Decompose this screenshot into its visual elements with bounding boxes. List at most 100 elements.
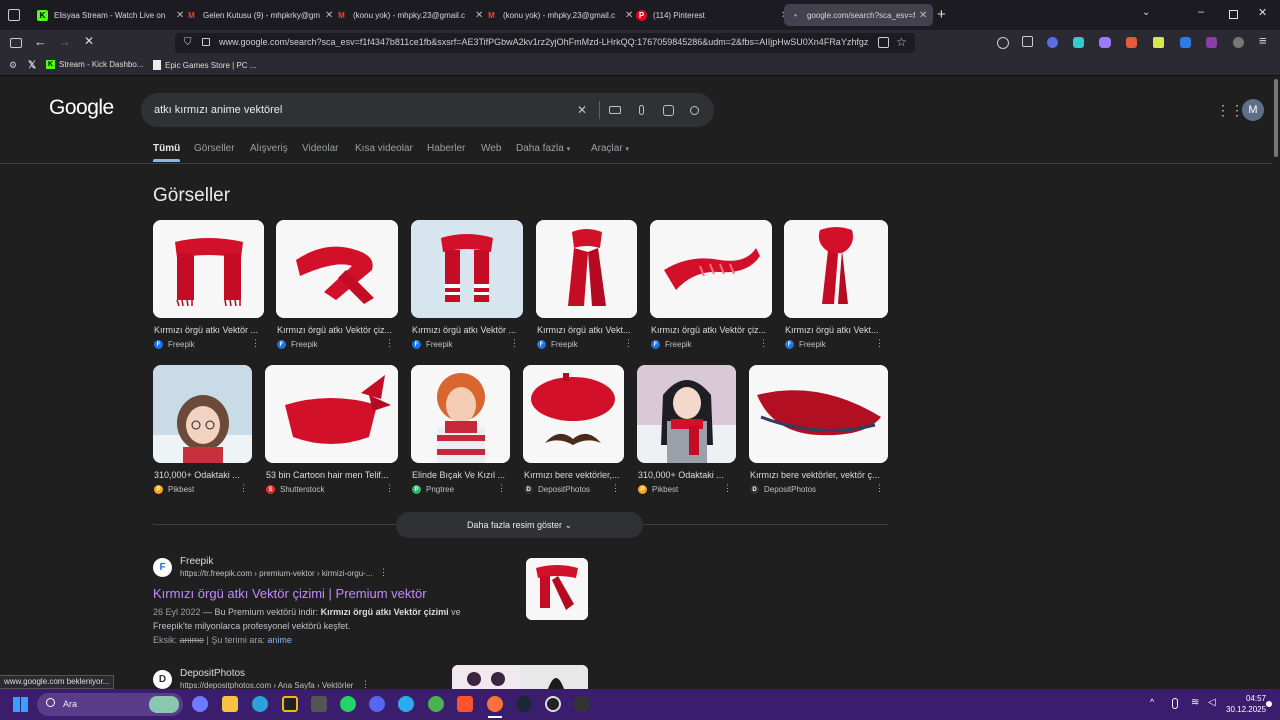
result-site-name[interactable]: Freepik	[180, 556, 213, 567]
volume-icon[interactable]: ◁	[1208, 697, 1216, 708]
image-thumbnail[interactable]	[784, 220, 888, 318]
brave-icon[interactable]	[457, 696, 473, 712]
browser-tab-5[interactable]: P (114) Pinterest ✕	[636, 4, 789, 26]
bookmark-kick[interactable]: K Stream - Kick Dashbo...	[46, 60, 143, 69]
extension-icon[interactable]	[1047, 37, 1058, 48]
more-options-icon[interactable]: ⋮	[385, 338, 394, 349]
bookmark-star-icon[interactable]: ☆	[896, 35, 907, 49]
apps-grid-icon[interactable]: ⋮⋮⋮	[1216, 102, 1258, 118]
result-title-link[interactable]: Kırmızı örgü atkı Vektör çizimi | Premiu…	[153, 586, 427, 601]
shield-icon[interactable]: ⛉	[184, 37, 192, 48]
image-result[interactable]: 53 bin Cartoon hair men Telif... S Shutte…	[265, 365, 398, 495]
result-site-name[interactable]: DepositPhotos	[180, 668, 245, 679]
lock-icon[interactable]	[202, 38, 210, 46]
image-title[interactable]: Kırmızı örgü atkı Vektör ...	[412, 325, 524, 335]
image-result[interactable]: Kırmızı bere vektörler,... D DepositPhoto…	[523, 365, 624, 495]
notification-icon[interactable]	[1266, 701, 1272, 707]
tab-all[interactable]: Tümü	[153, 143, 181, 162]
image-thumbnail[interactable]	[153, 220, 264, 318]
obs-icon[interactable]	[545, 696, 561, 712]
tab-videos[interactable]: Videolar	[302, 143, 339, 154]
account-icon[interactable]	[997, 37, 1009, 49]
binance-icon[interactable]	[282, 696, 298, 712]
tab-short-videos[interactable]: Kısa videolar	[355, 143, 413, 154]
search-box[interactable]: atkı kırmızı anime vektörel ✕	[141, 93, 714, 127]
image-result[interactable]: Kırmızı örgü atkı Vektör çiz... F Freepik…	[650, 220, 772, 350]
discord-icon[interactable]	[369, 696, 385, 712]
image-result[interactable]: Kırmızı örgü atkı Vektör ... F Freepik ⋮	[153, 220, 264, 350]
result-thumbnail[interactable]	[526, 558, 588, 620]
telegram-icon[interactable]	[398, 696, 414, 712]
page-scrollbar[interactable]	[1272, 77, 1280, 689]
image-result[interactable]: 310,000+ Odaktaki ... P Pikbest ⋮	[637, 365, 736, 495]
image-thumbnail[interactable]	[153, 365, 252, 463]
extension-icon[interactable]	[1073, 37, 1084, 48]
task-view-icon[interactable]	[192, 696, 208, 712]
image-thumbnail[interactable]	[536, 220, 637, 318]
image-source[interactable]: F Freepik	[537, 340, 578, 349]
bookmark-epic[interactable]: Epic Games Store | PC ...	[153, 60, 256, 70]
extension-icon[interactable]	[1099, 37, 1111, 48]
tab-shopping[interactable]: Alışveriş	[250, 143, 288, 154]
extension-icon[interactable]	[1126, 37, 1137, 48]
browser-tab-2[interactable]: M Gelen Kutusu (9) - mhpkrky@gm ✕	[186, 4, 333, 26]
extension-icon[interactable]	[1153, 37, 1164, 48]
lens-icon[interactable]	[660, 102, 676, 118]
google-logo[interactable]: Google	[49, 96, 114, 120]
image-title[interactable]: 310,000+ Odaktaki ...	[638, 470, 737, 480]
more-options-icon[interactable]: ⋮	[385, 483, 394, 494]
whatsapp-icon[interactable]	[340, 696, 356, 712]
image-result[interactable]: 310,000+ Odaktaki ... P Pikbest ⋮	[153, 365, 252, 495]
image-result[interactable]: Elinde Bıçak Ve Kızıl ... P Pngtree ⋮	[411, 365, 510, 495]
taskbar-search[interactable]: Ara	[37, 693, 183, 716]
search-input[interactable]: atkı kırmızı anime vektörel	[154, 104, 282, 116]
close-icon[interactable]: ✕	[176, 10, 184, 21]
clock[interactable]: 04:57 30.12.2025	[1226, 693, 1266, 715]
reader-view-icon[interactable]	[878, 37, 889, 48]
address-bar[interactable]: ⛉ www.google.com/search?sca_esv=f1f4347b…	[175, 33, 915, 53]
more-options-icon[interactable]: ⋮	[239, 483, 248, 494]
chrome-icon[interactable]	[428, 696, 444, 712]
more-options-icon[interactable]: ⋮	[361, 679, 370, 689]
microphone-icon[interactable]	[1172, 698, 1178, 709]
freepik-icon[interactable]: F	[153, 558, 172, 577]
bookmarks-icon[interactable]: ⚙	[9, 60, 17, 71]
chatgpt-icon[interactable]	[574, 696, 590, 712]
image-title[interactable]: 310,000+ Odaktaki ...	[154, 470, 253, 480]
image-thumbnail[interactable]	[265, 365, 398, 463]
more-images-button[interactable]: Daha fazla resim göster ⌄	[396, 512, 643, 538]
image-result[interactable]: Kırmızı örgü atkı Vektör ... F Freepik ⋮	[411, 220, 523, 350]
image-thumbnail[interactable]	[411, 365, 510, 463]
image-title[interactable]: Kırmızı örgü atkı Vektör ...	[154, 325, 264, 335]
image-source[interactable]: F Freepik	[277, 340, 318, 349]
image-result[interactable]: Kırmızı örgü atkı Vekt... F Freepik ⋮	[784, 220, 888, 350]
image-title[interactable]: Elinde Bıçak Ve Kızıl ...	[412, 470, 511, 480]
image-source[interactable]: F Freepik	[154, 340, 195, 349]
new-tab-icon[interactable]: +	[937, 6, 946, 23]
close-icon[interactable]: ✕	[475, 10, 483, 21]
image-title[interactable]: Kırmızı örgü atkı Vektör çiz...	[277, 325, 399, 335]
more-options-icon[interactable]: ⋮	[251, 338, 260, 349]
calculator-icon[interactable]	[311, 696, 327, 712]
clear-icon[interactable]: ✕	[574, 102, 590, 118]
image-source[interactable]: D DepositPhotos	[524, 485, 590, 494]
close-icon[interactable]: ✕	[919, 10, 927, 21]
image-result[interactable]: Kırmızı örgü atkı Vekt... F Freepik ⋮	[536, 220, 637, 350]
file-explorer-icon[interactable]	[222, 696, 238, 712]
more-options-icon[interactable]: ⋮	[510, 338, 519, 349]
close-icon[interactable]: ✕	[325, 10, 333, 21]
image-title[interactable]: Kırmızı bere vektörler,...	[524, 470, 624, 480]
image-result[interactable]: Kırmızı bere vektörler, vektör ç... D Dep…	[749, 365, 888, 495]
browser-tab-1[interactable]: K Elisyaa Stream - Watch Live on ✕	[37, 4, 184, 26]
tab-news[interactable]: Haberler	[427, 143, 465, 154]
browser-tab-4[interactable]: M (konu yok) - mhpky.23@gmail.c ✕	[486, 4, 633, 26]
image-title[interactable]: Kırmızı bere vektörler, vektör ç...	[750, 470, 884, 480]
more-options-icon[interactable]: ⋮	[759, 338, 768, 349]
image-source[interactable]: D DepositPhotos	[750, 485, 816, 494]
image-thumbnail[interactable]	[411, 220, 523, 318]
extensions-icon[interactable]	[1022, 36, 1033, 47]
sidebar-toggle-icon[interactable]	[10, 38, 22, 48]
windows-start-icon[interactable]	[13, 697, 28, 712]
image-title[interactable]: 53 bin Cartoon hair men Telif...	[266, 470, 397, 480]
keyboard-icon[interactable]	[607, 102, 623, 118]
